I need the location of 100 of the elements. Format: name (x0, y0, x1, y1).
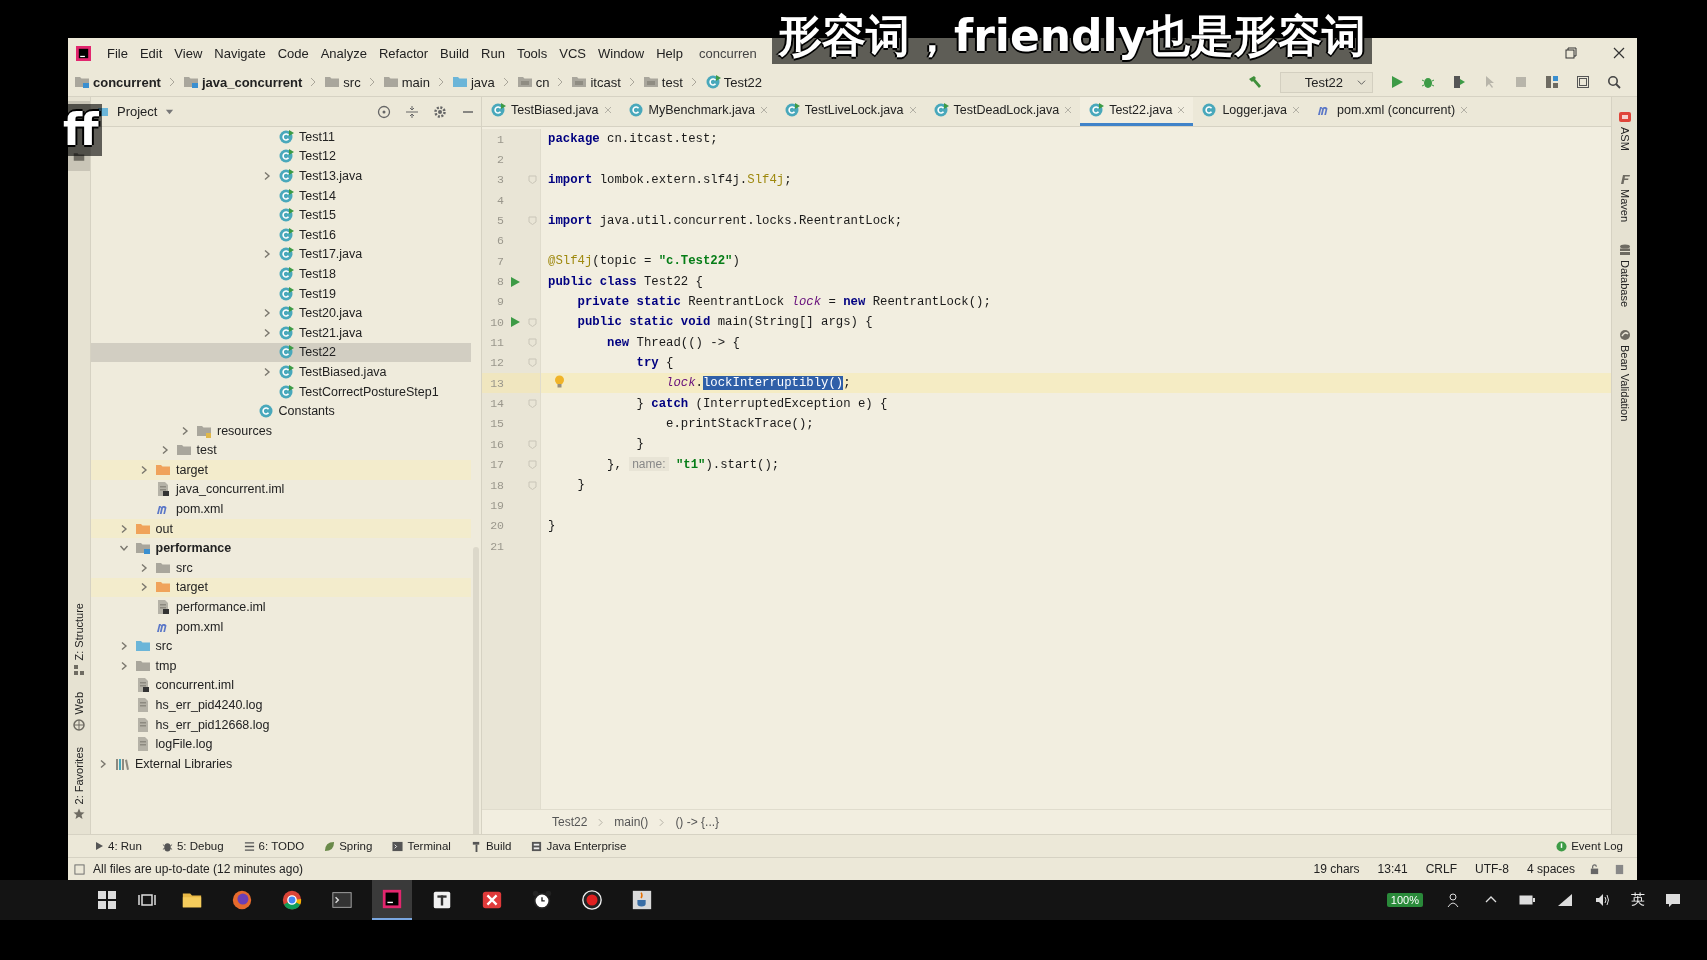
tree-item[interactable]: Test18 (91, 264, 471, 284)
tree-item[interactable]: pom.xml (91, 616, 471, 637)
chevron-icon[interactable] (262, 327, 272, 338)
settings-icon[interactable] (433, 104, 447, 119)
menu-item[interactable]: Edit (133, 45, 169, 61)
status-item[interactable]: CRLF (1425, 862, 1457, 876)
button-label[interactable]: 6: TODO (258, 840, 305, 852)
tree-item[interactable]: Test17.java (91, 244, 471, 265)
breadcrumb-label[interactable]: src (343, 74, 361, 90)
panel-title[interactable]: Project (117, 104, 158, 119)
coverage-icon[interactable] (1452, 75, 1466, 89)
tree-item[interactable]: Test21.java (91, 322, 471, 343)
run-icon[interactable] (510, 276, 520, 287)
tool-window-button[interactable]: Event Log (1556, 840, 1623, 852)
menu-item[interactable]: VCS (553, 45, 592, 61)
volume-icon[interactable] (1595, 893, 1611, 907)
tool-window-tab[interactable]: 2: Favorites (73, 738, 85, 828)
lock-icon[interactable] (1589, 863, 1600, 875)
taskbar-app[interactable] (372, 880, 412, 920)
run-config-dropdown[interactable]: Test22 (1279, 71, 1373, 93)
tool-window-tab[interactable]: Database (1618, 235, 1631, 315)
status-item[interactable]: 13:41 (1377, 862, 1408, 876)
caret-icon[interactable] (165, 107, 175, 116)
tree-item[interactable]: Test16 (91, 224, 471, 245)
status-item[interactable]: 4 spaces (1526, 862, 1575, 876)
menu-item[interactable]: Window (591, 45, 651, 61)
tool-window-label[interactable]: Web (73, 692, 85, 715)
tree-item[interactable]: Test15 (91, 205, 471, 225)
panel-toggle-icon[interactable] (74, 863, 85, 875)
button-label[interactable]: Spring (339, 840, 373, 852)
chevron-icon[interactable] (262, 308, 272, 319)
run-icon[interactable] (510, 317, 520, 328)
search-icon[interactable] (1607, 75, 1621, 89)
tool-window-button[interactable]: 4: Run (94, 840, 142, 852)
chevron-icon[interactable] (139, 582, 149, 593)
menu-item[interactable]: Navigate (208, 45, 272, 61)
editor-tab[interactable]: MyBenchmark.java (619, 97, 776, 126)
chevron-icon[interactable] (139, 464, 149, 475)
editor-tab[interactable]: Test22.java (1080, 97, 1194, 126)
tool-window-button[interactable]: 5: Debug (161, 840, 224, 852)
breadcrumb-item[interactable]: main (382, 74, 430, 90)
structure-icon[interactable] (1545, 75, 1559, 89)
tree-item[interactable]: test (91, 440, 471, 461)
menu-item[interactable]: View (168, 45, 209, 61)
collapse-icon[interactable] (405, 104, 419, 119)
tree-item[interactable]: pom.xml (91, 499, 471, 519)
breadcrumb-label[interactable]: java (470, 74, 495, 90)
breadcrumb-item[interactable]: main() (610, 815, 653, 829)
tool-window-tab[interactable]: Maven (1618, 164, 1631, 230)
windows-logo-icon[interactable] (98, 891, 116, 909)
button-label[interactable]: 5: Debug (176, 840, 224, 852)
scrollbar[interactable] (473, 547, 479, 834)
tree-item[interactable]: TestCorrectPostureStep1 (91, 381, 471, 402)
breadcrumb-item[interactable]: itcast (571, 74, 621, 90)
tree-item[interactable]: Test22 (91, 342, 471, 363)
editor-tab[interactable]: Logger.java (1193, 97, 1309, 126)
button-label[interactable]: Build (485, 840, 512, 852)
memory-icon[interactable] (1614, 863, 1625, 875)
locate-icon[interactable] (377, 104, 391, 119)
chevron-icon[interactable] (118, 543, 129, 554)
breadcrumb-item[interactable]: cn (516, 74, 550, 90)
status-item[interactable]: 19 chars (1313, 862, 1360, 876)
tree-item[interactable]: Test14 (91, 185, 471, 206)
tree-item[interactable]: src (91, 636, 471, 657)
battery-icon[interactable] (1519, 895, 1535, 905)
tool-window-button[interactable]: 6: TODO (243, 840, 305, 852)
restore-icon[interactable] (1565, 47, 1577, 59)
tree-item[interactable]: src (91, 558, 471, 578)
breadcrumb-label[interactable]: itcast (590, 74, 621, 90)
tree-item[interactable]: Constants (91, 401, 471, 421)
menu-item[interactable]: Build (434, 45, 475, 61)
breadcrumb-item[interactable]: Test22 (548, 815, 592, 829)
tree-item[interactable]: hs_err_pid12668.log (91, 714, 471, 735)
tool-window-tab[interactable]: Z: Structure (73, 594, 85, 685)
tree-item[interactable]: External Libraries (91, 754, 471, 774)
breadcrumb-item[interactable]: Test22 (704, 74, 763, 90)
menu-item[interactable]: Run (475, 45, 511, 61)
tree-item[interactable]: logFile.log (91, 734, 471, 754)
editor-tab[interactable]: TestLiveLock.java (775, 97, 925, 126)
tree-item[interactable]: target (91, 577, 471, 598)
notification-icon[interactable] (1665, 892, 1681, 908)
menu-item[interactable]: Code (271, 45, 315, 61)
menu-item[interactable]: File (101, 45, 134, 61)
tool-window-button[interactable]: Java Enterprise (531, 840, 627, 852)
tree-item[interactable]: TestBiased.java (91, 362, 471, 382)
tree-item[interactable]: Test13.java (91, 166, 471, 186)
tool-window-label[interactable]: Database (1618, 259, 1631, 307)
tool-window-label[interactable]: Bean Validation (1618, 344, 1631, 422)
button-label[interactable]: Java Enterprise (546, 840, 627, 852)
run-icon[interactable] (1390, 75, 1404, 89)
input-method-indicator[interactable]: 英 (1631, 891, 1645, 909)
layout-icon[interactable] (1576, 75, 1590, 89)
tree-item[interactable]: concurrent.iml (91, 675, 471, 696)
chevron-icon[interactable] (262, 171, 272, 181)
tool-window-label[interactable]: Maven (1618, 188, 1631, 222)
breadcrumb-label[interactable]: concurrent (93, 74, 161, 90)
lightbulb-icon[interactable] (554, 375, 565, 390)
breadcrumb-item[interactable]: src (324, 74, 361, 90)
tree-item[interactable]: performance.iml (91, 597, 471, 617)
menu-item[interactable]: Analyze (314, 45, 373, 61)
